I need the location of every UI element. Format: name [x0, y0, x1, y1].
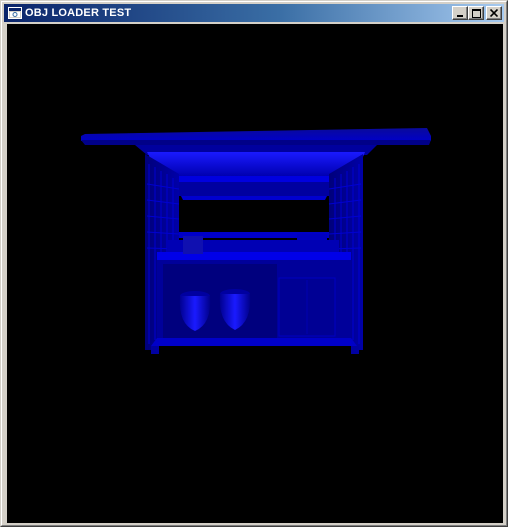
- close-icon: [490, 9, 498, 17]
- minimize-button[interactable]: [452, 6, 468, 20]
- market-stall-3d-model: [81, 128, 431, 354]
- maximize-button[interactable]: [468, 6, 484, 20]
- maximize-icon: [471, 8, 481, 18]
- title-bar[interactable]: OBJ LOADER TEST: [4, 4, 504, 22]
- close-button[interactable]: [486, 6, 502, 20]
- window-controls: [452, 6, 502, 20]
- window-frame: OBJ LOADER TEST: [1, 1, 507, 526]
- app-window-icon[interactable]: [7, 6, 23, 20]
- application-window: OBJ LOADER TEST: [0, 0, 508, 527]
- minimize-icon: [457, 15, 463, 17]
- render-viewport[interactable]: [7, 24, 503, 523]
- window-title: OBJ LOADER TEST: [25, 7, 132, 19]
